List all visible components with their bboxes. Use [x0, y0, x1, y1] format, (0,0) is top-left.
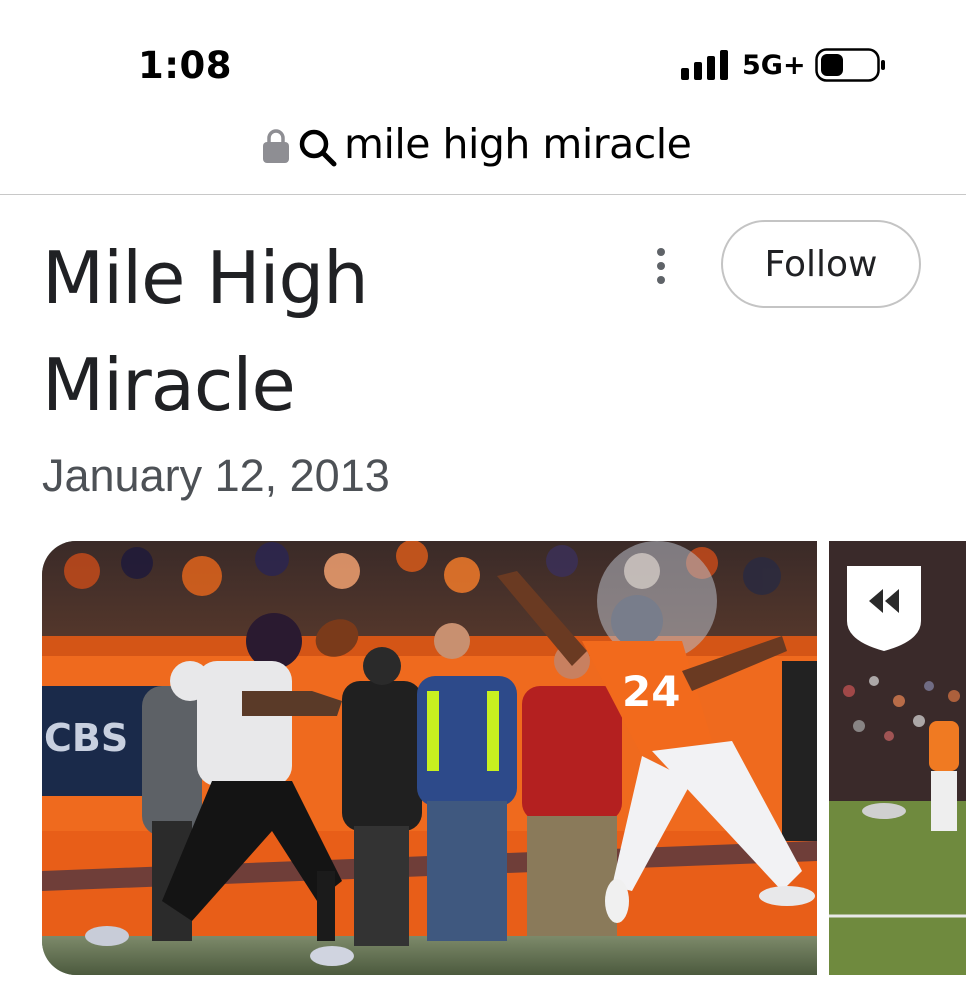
side-image[interactable]: [829, 541, 966, 975]
follow-button[interactable]: Follow: [721, 220, 921, 308]
battery-icon: [815, 48, 885, 82]
status-time: 1:08: [138, 44, 233, 87]
page: 1:08 5G+ mile high miracle Mile High Mir…: [0, 0, 966, 1000]
network-type: 5G+: [742, 50, 806, 81]
search-query[interactable]: mile high miracle: [344, 120, 692, 168]
jersey-number: 24: [622, 667, 680, 716]
event-date: January 12, 2013: [42, 450, 390, 501]
cbs-logo: CBS: [44, 716, 128, 760]
page-title: Mile High Miracle: [42, 236, 369, 427]
signal-icon: [681, 50, 728, 80]
more-vertical-icon[interactable]: [648, 246, 674, 286]
side-image-illustration: [829, 541, 966, 975]
main-image[interactable]: CBS 24: [42, 541, 817, 975]
lock-icon: [263, 129, 289, 163]
search-icon: [299, 129, 337, 167]
main-image-illustration: CBS 24: [42, 541, 817, 975]
nfl-shield-logo: [847, 566, 921, 651]
